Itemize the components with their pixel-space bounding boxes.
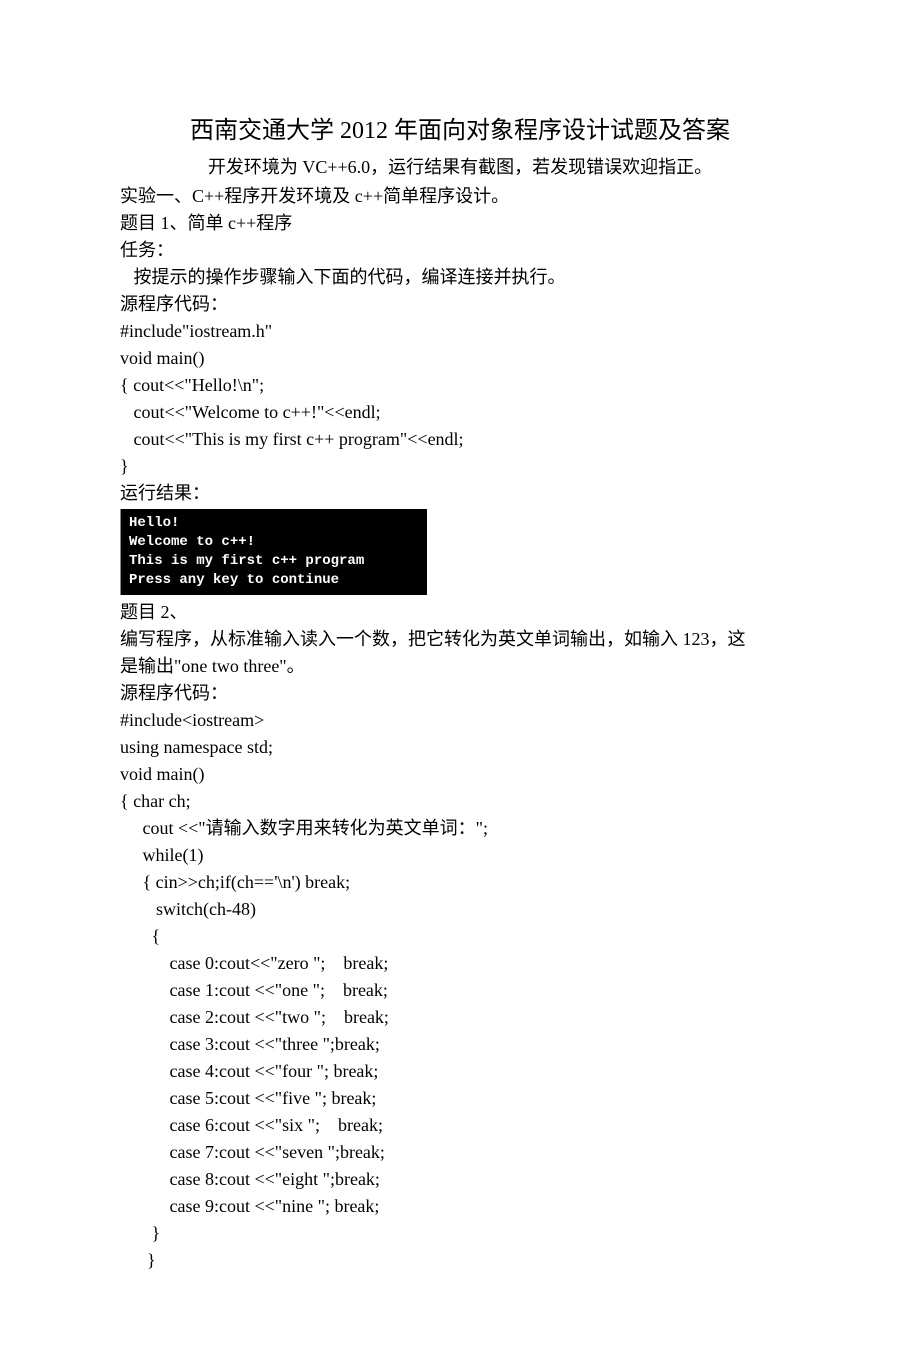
code-line: case 4:cout <<"four "; break; (120, 1058, 800, 1085)
console-line: This is my first c++ program (129, 552, 419, 571)
code-line: using namespace std; (120, 734, 800, 761)
document-page: 西南交通大学 2012 年面向对象程序设计试题及答案 开发环境为 VC++6.0… (0, 0, 920, 1364)
body-text: 是输出"one two three"。 (120, 653, 800, 680)
code-line: #include<iostream> (120, 707, 800, 734)
body-text: 题目 2、 (120, 599, 800, 626)
code-line: case 7:cout <<"seven ";break; (120, 1139, 800, 1166)
code-line: case 6:cout <<"six "; break; (120, 1112, 800, 1139)
code-line: case 1:cout <<"one "; break; (120, 977, 800, 1004)
console-line: Hello! (129, 514, 419, 533)
body-text: 源程序代码： (120, 680, 800, 707)
body-text: 运行结果： (120, 480, 800, 507)
body-text: 编写程序，从标准输入读入一个数，把它转化为英文单词输出，如输入 123，这 (120, 626, 800, 653)
code-line: switch(ch-48) (120, 896, 800, 923)
console-line: Press any key to continue (129, 571, 419, 590)
console-line: Welcome to c++! (129, 533, 419, 552)
code-line: { cin>>ch;if(ch=='\n') break; (120, 869, 800, 896)
code-line: { (120, 923, 800, 950)
code-line: void main() (120, 761, 800, 788)
code-line: case 2:cout <<"two "; break; (120, 1004, 800, 1031)
code-line: case 9:cout <<"nine "; break; (120, 1193, 800, 1220)
page-title: 西南交通大学 2012 年面向对象程序设计试题及答案 (120, 110, 800, 145)
code-line: } (120, 453, 800, 480)
code-line: while(1) (120, 842, 800, 869)
code-line: } (120, 1247, 800, 1274)
code-line: case 8:cout <<"eight ";break; (120, 1166, 800, 1193)
body-text: 实验一、C++程序开发环境及 c++简单程序设计。 (120, 183, 800, 210)
body-text: 按提示的操作步骤输入下面的代码，编译连接并执行。 (120, 264, 800, 291)
page-subtitle: 开发环境为 VC++6.0，运行结果有截图，若发现错误欢迎指正。 (120, 153, 800, 179)
console-output: Hello! Welcome to c++! This is my first … (120, 509, 427, 595)
code-line: { cout<<"Hello!\n"; (120, 372, 800, 399)
body-text: 源程序代码： (120, 291, 800, 318)
code-line: cout<<"Welcome to c++!"<<endl; (120, 399, 800, 426)
code-line: } (120, 1220, 800, 1247)
code-line: cout <<"请输入数字用来转化为英文单词："; (120, 815, 800, 842)
code-line: cout<<"This is my first c++ program"<<en… (120, 426, 800, 453)
code-line: case 0:cout<<"zero "; break; (120, 950, 800, 977)
body-text: 题目 1、简单 c++程序 (120, 210, 800, 237)
code-line: { char ch; (120, 788, 800, 815)
code-line: case 5:cout <<"five "; break; (120, 1085, 800, 1112)
body-text: 任务： (120, 237, 800, 264)
code-line: case 3:cout <<"three ";break; (120, 1031, 800, 1058)
code-line: void main() (120, 345, 800, 372)
code-line: #include"iostream.h" (120, 318, 800, 345)
